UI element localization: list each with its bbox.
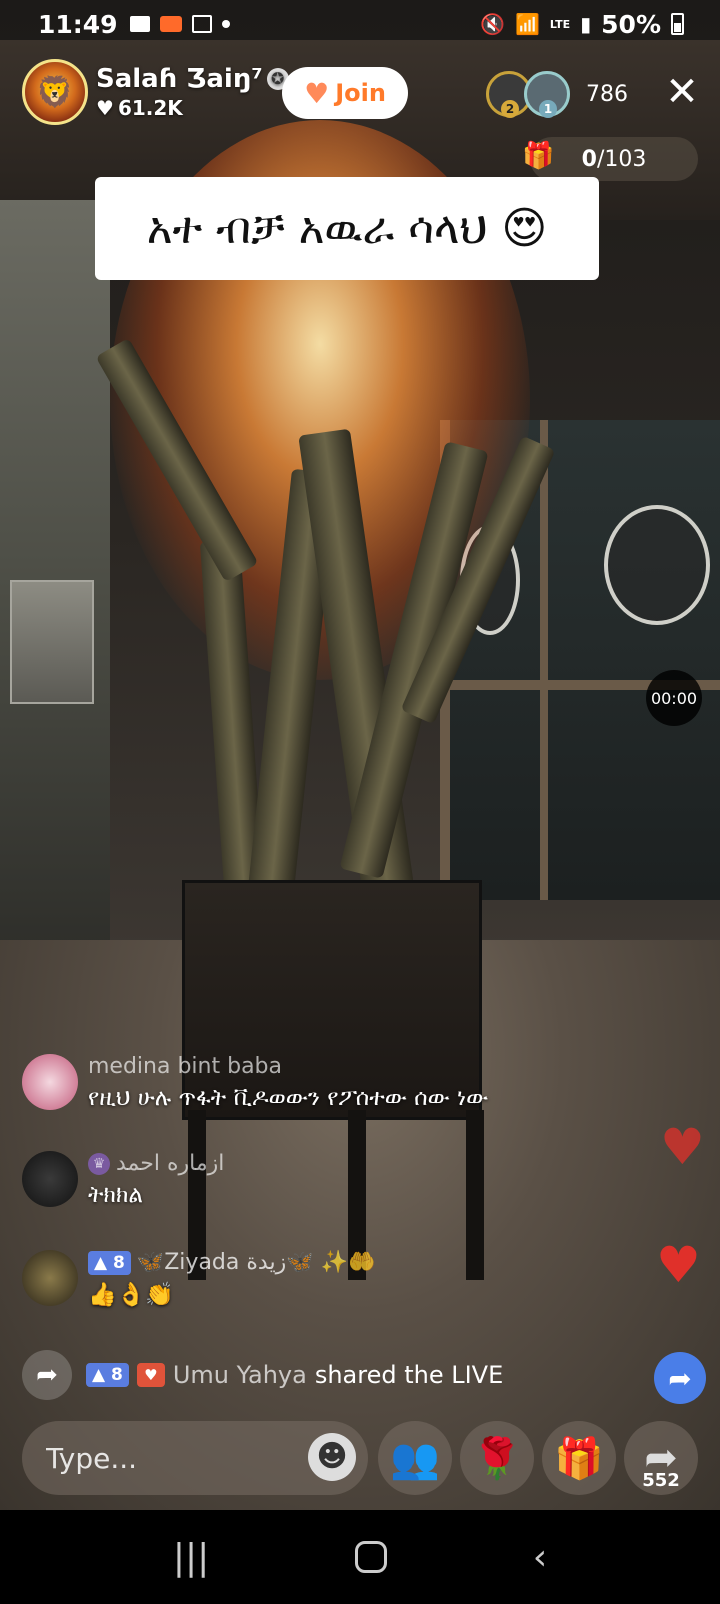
comment-text: የዚህ ሁሉ ጥፋት ቪዶወውን የፖሰተው ሰው ነው [88,1085,489,1111]
comment-text-field[interactable] [46,1441,296,1475]
comment-body: ▲ 8 🦋Ziyada زيدة🦋 ✨🤲 👍👌👏 [88,1250,375,1308]
rose-button[interactable]: 🌹 [460,1421,534,1495]
heart-badge-icon: ♥ [136,1363,165,1387]
timer-badge[interactable]: 00:00 [646,670,702,726]
image-icon [191,15,212,33]
share-live-icon[interactable]: ➦ [654,1352,706,1404]
status-time: 11:49 [38,9,118,39]
close-button[interactable]: ✕ [662,72,702,114]
emoji-icon[interactable]: ☻ [308,1433,356,1481]
host-likes-count: 61.2K [117,96,183,120]
share-notice-text: ▲ 8 ♥ Umu Yahya shared the LIVE [86,1361,503,1389]
gift-icon: 🎁 [554,1435,604,1482]
commenter-name[interactable]: 🦋Ziyada زيدة🦋 ✨🤲 [137,1250,376,1275]
guest-invite-button[interactable]: 👥 [378,1421,452,1495]
top-viewer-avatar[interactable]: 1 [524,71,570,118]
share-button[interactable]: ➦ 552 [624,1421,698,1495]
host-info: Salaɦ Ʒaiŋ⁷ ✪ ♥ 61.2K [96,64,289,120]
user-badge-icon: ♛ [88,1152,110,1175]
goal-current: 0 [581,146,597,172]
comment-item: medina bint baba የዚህ ሁሉ ጥፋት ቪዶወውን የፖሰተው … [22,1054,488,1111]
commenter-name[interactable]: ازماره احمد [116,1151,224,1176]
battery-icon [671,13,684,35]
floating-heart-icon: ♥ [656,1236,701,1294]
wifi-icon: 📶 [515,12,540,36]
join-label: Join [335,79,386,107]
lte-label: LTE [549,17,571,31]
level-value: 8 [111,1365,123,1385]
share-notice: ➦ ▲ 8 ♥ Umu Yahya shared the LIVE [22,1350,702,1400]
status-right: 🔇 📶 LTE ▮ 50% [480,10,684,39]
status-bar: 11:49 🔇 📶 LTE ▮ 50% [0,0,720,48]
dot-icon [221,20,230,28]
gift-goal-pill[interactable]: 🎁 0/103 [522,137,698,181]
heart-plus-icon: ♥ [304,76,330,110]
host-profile[interactable]: 🦁 Salaɦ Ʒaiŋ⁷ ✪ ♥ 61.2K [22,58,289,126]
viewer-list[interactable]: 2 1 786 [486,70,628,118]
comment-text: ትክክል [88,1182,143,1208]
pinned-message: አተ ብቻ አዉራ ሳላህ 😍 [95,177,599,280]
share-action: shared the LIVE [314,1361,504,1389]
host-avatar[interactable]: 🦁 [22,59,88,125]
comment-item: ♛ ازماره احمد ትክክል [22,1151,224,1208]
recent-apps-icon[interactable]: ||| [173,1537,209,1578]
battery-percent: 50% [601,9,661,39]
signal-icon: ▮ [580,12,592,36]
stand-leg [466,1110,484,1280]
commenter-name-row: ♛ ازماره احمد [88,1151,224,1176]
heart-icon: ♥ [96,96,114,120]
scene-left-wall [0,200,110,980]
comment-item: ▲ 8 🦋Ziyada زيدة🦋 ✨🤲 👍👌👏 [22,1250,375,1308]
floating-heart-icon: ♥ [660,1118,705,1176]
rose-icon: 🌹 [472,1435,522,1482]
folder-icon [129,16,150,32]
mute-icon: 🔇 [480,12,506,36]
viewer-rank-badge: 2 [501,100,519,118]
share-arrow-icon[interactable]: ➦ [22,1350,72,1400]
gift-box-icon: 🎁 [522,141,555,171]
video-icon [159,16,182,32]
people-icon: 👥 [390,1435,440,1482]
gift-button[interactable]: 🎁 [542,1421,616,1495]
share-count: 552 [642,1470,680,1491]
host-likes: ♥ 61.2K [96,96,289,120]
commenter-avatar[interactable] [22,1250,78,1306]
host-name: Salaɦ Ʒaiŋ⁷ ✪ [96,64,289,94]
comment-text: 👍👌👏 [88,1282,174,1308]
viewer-rank-badge: 1 [539,100,557,118]
comment-input[interactable]: ☻ [22,1421,368,1495]
comment-body: ♛ ازماره احمد ትክክል [88,1151,224,1208]
commenter-avatar[interactable] [22,1151,78,1207]
system-nav-bar: ||| ‹ [0,1510,720,1604]
commenter-avatar[interactable] [22,1054,78,1110]
level-badge: ▲ 8 [86,1363,129,1387]
coffee-shop-sign [604,505,710,625]
join-button[interactable]: ♥ Join [282,67,408,119]
viewer-count[interactable]: 786 [586,82,628,107]
commenter-name-row: ▲ 8 🦋Ziyada زيدة🦋 ✨🤲 [88,1250,375,1275]
commenter-name[interactable]: medina bint baba [88,1054,488,1079]
level-value: 8 [113,1252,125,1273]
sharer-name[interactable]: Umu Yahya [173,1361,307,1389]
host-name-text: Salaɦ Ʒaiŋ⁷ [96,64,263,94]
back-icon[interactable]: ‹ [533,1537,547,1578]
comment-body: medina bint baba የዚህ ሁሉ ጥፋት ቪዶወውን የፖሰተው … [88,1054,488,1111]
home-icon[interactable] [354,1541,387,1573]
level-badge: ▲ 8 [88,1250,131,1275]
goal-total: /103 [596,146,647,172]
